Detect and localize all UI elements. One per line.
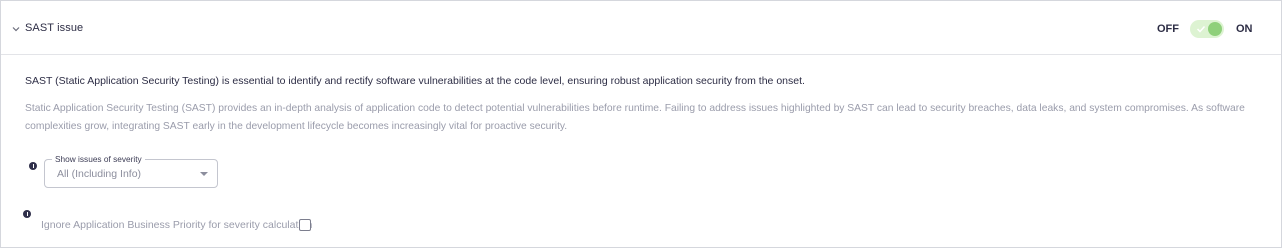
lead-text: SAST (Static Application Security Testin… bbox=[25, 75, 805, 87]
sast-toggle-switch[interactable] bbox=[1190, 20, 1224, 38]
toggle-on-label: ON bbox=[1236, 23, 1253, 35]
info-icon[interactable] bbox=[29, 162, 37, 170]
ignore-priority-checkbox[interactable] bbox=[299, 219, 311, 231]
section-title: SAST issue bbox=[25, 22, 84, 34]
ignore-priority-label: Ignore Application Business Priority for… bbox=[41, 219, 313, 231]
toggle-knob bbox=[1208, 22, 1222, 36]
sast-issue-panel: SAST issue OFF ON SAST (Static Applicati… bbox=[0, 0, 1282, 248]
section-header[interactable]: SAST issue OFF ON bbox=[1, 1, 1281, 55]
toggle-off-label: OFF bbox=[1157, 23, 1179, 35]
caret-down-icon bbox=[200, 172, 208, 176]
chevron-down-icon[interactable] bbox=[10, 23, 22, 35]
info-icon[interactable] bbox=[23, 210, 31, 218]
severity-select[interactable]: Show issues of severity All (Including I… bbox=[44, 154, 218, 188]
severity-select-value: All (Including Info) bbox=[57, 168, 142, 180]
severity-select-label: Show issues of severity bbox=[52, 154, 145, 164]
description-text: Static Application Security Testing (SAS… bbox=[25, 103, 1245, 132]
check-icon bbox=[1196, 25, 1206, 33]
